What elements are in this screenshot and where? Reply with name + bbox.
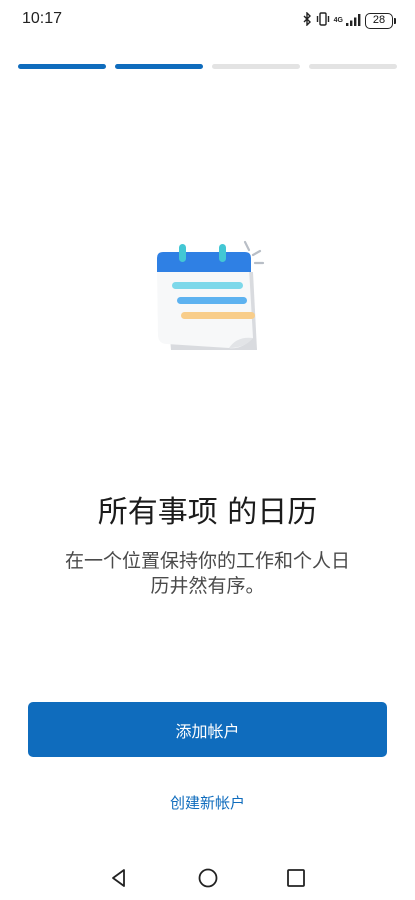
signal-icon: [346, 11, 362, 30]
calendar-icon: [157, 240, 265, 350]
add-account-label: 添加帐户: [175, 721, 240, 741]
status-time: 10:17: [22, 10, 63, 27]
battery-icon: 28: [365, 12, 396, 29]
network-type: 4G: [333, 17, 343, 24]
add-account-button[interactable]: 添加帐户: [28, 702, 387, 757]
back-icon[interactable]: [107, 866, 131, 890]
battery-level: 28: [372, 13, 386, 26]
progress-segment: [18, 64, 106, 69]
home-icon[interactable]: [196, 866, 220, 890]
page-subtitle: 在一个位置保持你的工作和个人日历井然有序。: [64, 550, 350, 597]
bluetooth-icon: [303, 11, 312, 30]
progress-segment: [212, 64, 300, 69]
page-title: 所有事项 的日历: [97, 495, 318, 530]
onboarding-progress: [18, 64, 397, 70]
vibrate-icon: [315, 11, 331, 30]
calendar-illustration: [145, 232, 275, 360]
create-account-link[interactable]: 创建新帐户: [0, 792, 415, 813]
progress-segment: [309, 64, 397, 69]
status-icons: 4G 28: [303, 11, 396, 30]
system-navigation-bar: [0, 852, 415, 900]
status-bar: 10:17 4G 28: [0, 0, 415, 40]
recents-icon[interactable]: [284, 866, 308, 890]
progress-segment: [115, 64, 203, 69]
